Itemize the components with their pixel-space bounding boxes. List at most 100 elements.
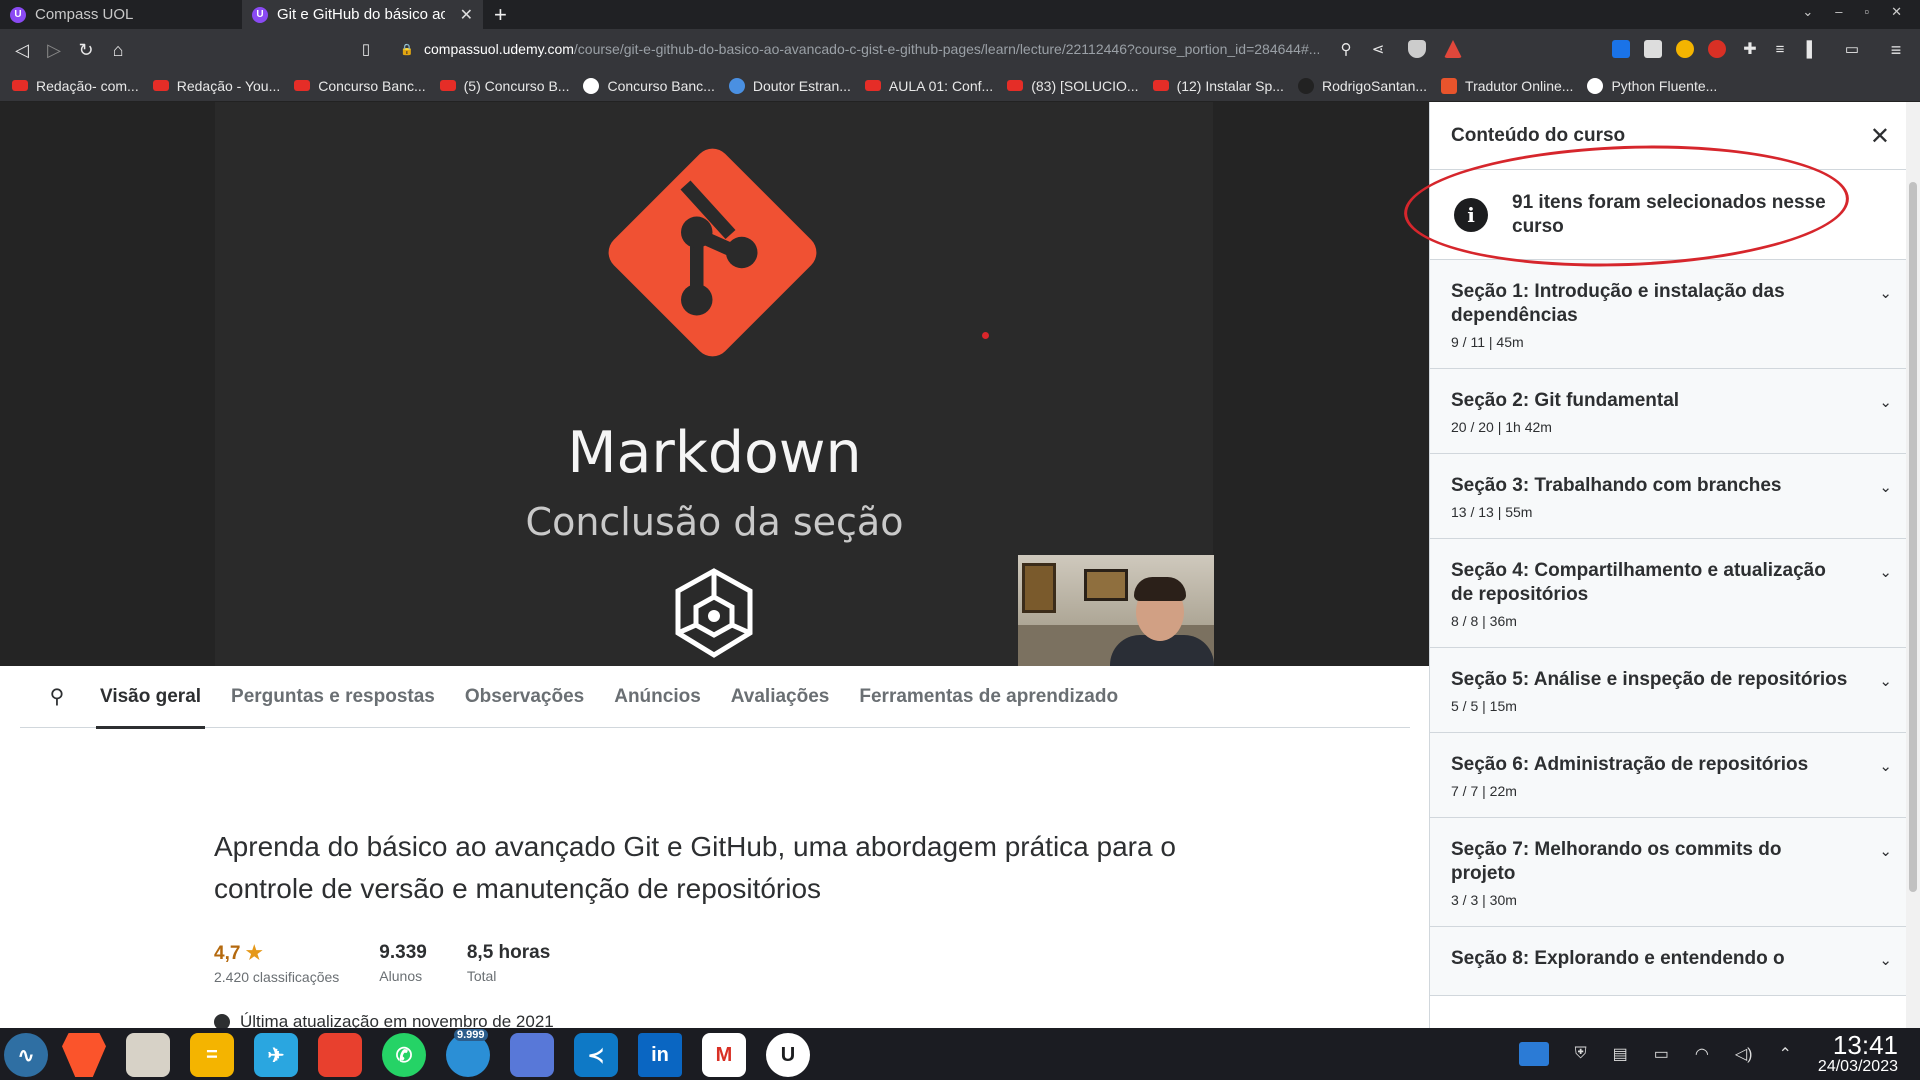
browser-tab-compass[interactable]: U Compass UOL [0,0,242,29]
course-headline: Aprenda do básico ao avançado Git e GitH… [214,831,1176,904]
address-bar[interactable]: 🔒 compassuol.udemy.com /course/git-e-git… [400,34,1390,64]
section-title: Seção 5: Análise e inspeção de repositór… [1451,669,1848,690]
telegram-icon[interactable]: 9.999 [446,1029,490,1077]
menu-icon[interactable]: ≡ [1884,38,1908,62]
bookmark-item[interactable]: (5) Concurso B... [439,77,570,94]
section-title: Seção 4: Compartilhamento e atualização … [1451,560,1826,605]
bookmark-item[interactable]: (12) Instalar Sp... [1152,77,1284,94]
shield-icon[interactable]: ⛨ [1575,1045,1587,1063]
bookmark-item[interactable]: Concurso Banc... [583,77,715,94]
linkedin-icon[interactable]: in [638,1033,682,1077]
chevron-up-icon[interactable]: ⌃ [1779,1044,1792,1064]
bookmark-label: Concurso Banc... [318,77,426,94]
office-icon[interactable] [318,1033,362,1077]
browser-tab-course[interactable]: U Git e GitHub do básico ao a ✕ [242,0,483,29]
brave-browser-icon[interactable] [62,1033,106,1077]
section-title: Seção 6: Administração de repositórios [1451,754,1809,775]
tab-reviews[interactable]: Avaliações [727,666,834,728]
section-item[interactable]: Seção 8: Explorando e entendendo o ⌄ [1430,927,1920,996]
extension-counter-icon[interactable] [1612,40,1630,58]
extension-icon[interactable] [1676,40,1694,58]
calculator-icon[interactable]: = [190,1033,234,1077]
video-player[interactable]: Markdown Conclusão da seção [0,102,1429,666]
minimize-icon[interactable]: – [1835,4,1842,20]
section-item[interactable]: Seção 6: Administração de repositórios 7… [1430,733,1920,818]
section-title: Seção 2: Git fundamental [1451,390,1680,411]
section-title: Seção 7: Melhorando os commits do projet… [1451,839,1782,884]
students-label: Alunos [379,968,423,984]
bookmark-label: (12) Instalar Sp... [1176,77,1284,94]
bookmark-item[interactable]: (83) [SOLUCIO... [1007,78,1139,94]
bookmark-item[interactable]: Doutor Estran... [728,77,851,94]
close-icon[interactable]: ✕ [1870,122,1890,151]
chevron-down-icon: ⌄ [1879,394,1892,411]
reading-list-icon[interactable]: ≡ [1768,38,1792,62]
bookmark-label: Tradutor Online... [1465,77,1574,94]
section-item[interactable]: Seção 4: Compartilhamento e atualização … [1430,539,1920,648]
gmail-icon[interactable]: M [702,1033,746,1077]
vscode-icon[interactable]: ≺ [574,1033,618,1077]
sidebar-title: Conteúdo do curso [1451,124,1626,146]
start-menu-icon[interactable]: ∿ [4,1033,48,1077]
brave-shields-icon[interactable] [1408,40,1426,58]
bookmark-item[interactable]: AULA 01: Conf... [864,78,993,94]
section-item[interactable]: Seção 7: Melhorando os commits do projet… [1430,818,1920,927]
bookmark-item[interactable]: Python Fluente... [1587,77,1717,94]
sidebar-scrollbar[interactable] [1906,102,1920,1028]
apps-icon[interactable]: ✈ [254,1033,298,1077]
close-window-icon[interactable]: ✕ [1891,4,1902,20]
extension-icon[interactable] [1708,40,1726,58]
section-item[interactable]: Seção 2: Git fundamental 20 / 20 | 1h 42… [1430,369,1920,454]
share-icon[interactable]: ⋖ [1366,38,1390,62]
bookmark-item[interactable]: Redação - You... [152,77,281,94]
bookmark-label: Redação - You... [176,77,281,94]
tab-search-icon[interactable]: ⌄ [1802,4,1813,20]
tab-announcements[interactable]: Anúncios [610,666,705,728]
back-icon[interactable]: ◁ [10,38,34,62]
bookmark-page-icon[interactable]: ▯ [354,38,378,62]
home-icon[interactable]: ⌂ [106,38,130,62]
brave-rewards-icon[interactable] [1444,40,1462,58]
section-item[interactable]: Seção 3: Trabalhando com branches 13 / 1… [1430,454,1920,539]
files-icon[interactable] [126,1033,170,1077]
sidebar-toggle-icon[interactable]: ▌ [1800,38,1824,62]
forward-icon[interactable]: ▷ [42,38,66,62]
bookmark-label: (5) Concurso B... [463,77,570,94]
clock[interactable]: 13:41 24/03/2023 [1818,1032,1898,1076]
bookmark-item[interactable]: Redação- com... [12,78,139,94]
battery-icon[interactable]: ▭ [1654,1044,1669,1064]
bookmark-item[interactable]: Tradutor Online... [1441,77,1574,94]
tab-learning-tools[interactable]: Ferramentas de aprendizado [855,666,1122,728]
tab-questions[interactable]: Perguntas e respostas [227,666,439,728]
section-item[interactable]: Seção 1: Introdução e instalação das dep… [1430,260,1920,369]
volume-icon[interactable]: ◁) [1735,1044,1753,1064]
wifi-icon[interactable]: ◠ [1695,1044,1709,1064]
whatsapp-icon[interactable]: ✆ [382,1033,426,1077]
section-title: Seção 1: Introdução e instalação das dep… [1451,281,1785,326]
bookmark-label: Concurso Banc... [607,77,715,94]
wallet-icon[interactable]: ▭ [1840,38,1864,62]
tab-notes[interactable]: Observações [461,666,588,728]
close-tab-icon[interactable]: ✕ [460,5,473,25]
section-meta: 9 / 11 | 45m [1451,334,1524,350]
youtube-icon [12,80,28,91]
reload-icon[interactable]: ↻ [74,38,98,62]
bookmark-label: Doutor Estran... [752,77,851,94]
section-meta: 13 / 13 | 55m [1451,504,1533,520]
clipboard-icon[interactable]: ▤ [1613,1044,1628,1064]
screenshot-icon[interactable] [510,1033,554,1077]
tab-overview[interactable]: Visão geral [96,666,206,729]
app-tray-icon[interactable] [1518,1042,1549,1066]
bookmark-item[interactable]: Concurso Banc... [294,77,426,94]
window-controls: ⌄ – ▫ ✕ [1802,4,1902,20]
extensions-puzzle-icon[interactable]: ✚ [1738,38,1762,62]
search-icon[interactable]: ⚲ [38,684,76,709]
translate-icon [1441,77,1458,94]
udemy-app-icon[interactable]: U [766,1033,810,1077]
restore-icon[interactable]: ▫ [1864,4,1869,20]
zoom-icon[interactable]: ⚲ [1334,38,1358,62]
section-item[interactable]: Seção 5: Análise e inspeção de repositór… [1430,648,1920,733]
extension-icon[interactable] [1644,40,1662,58]
new-tab-button[interactable]: + [494,0,507,29]
bookmark-item[interactable]: RodrigoSantan... [1297,77,1427,94]
